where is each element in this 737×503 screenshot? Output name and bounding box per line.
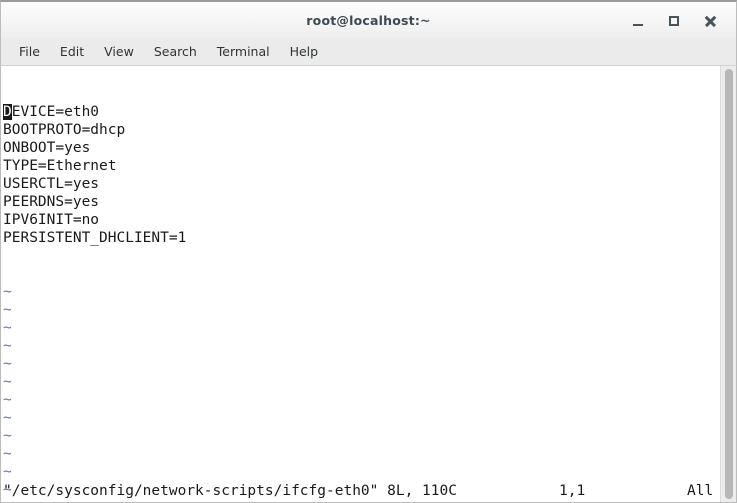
menu-item-edit[interactable]: Edit [50, 41, 94, 62]
status-cursor-position: 1,1 [559, 483, 586, 499]
editor-line: BOOTPROTO=dhcp [3, 122, 126, 138]
editor-line: PERSISTENT_DHCLIENT=1 [3, 230, 187, 246]
editor-empty-lines: ~~~~~~~~~~~~~~~ [3, 283, 720, 502]
status-file-info: "/etc/sysconfig/network-scripts/ifcfg-et… [3, 483, 457, 499]
vim-editor-screen[interactable]: DEVICE=eth0 BOOTPROTO=dhcp ONBOOT=yes TYPE=… [1, 66, 720, 502]
editor-empty-line-marker: ~ [3, 302, 12, 318]
window-title: root@localhost:~ [306, 12, 431, 28]
close-button[interactable] [692, 6, 728, 36]
minimize-icon [633, 23, 643, 26]
maximize-button[interactable] [656, 6, 692, 36]
menu-item-search[interactable]: Search [144, 41, 207, 62]
editor-empty-line-marker: ~ [3, 284, 12, 300]
vim-status-line: "/etc/sysconfig/network-scripts/ifcfg-et… [3, 482, 720, 500]
terminal-scrollbar[interactable] [720, 66, 736, 502]
editor-empty-line-marker: ~ [3, 446, 12, 462]
menu-item-terminal[interactable]: Terminal [207, 41, 280, 62]
menu-item-file[interactable]: File [9, 41, 50, 62]
terminal-window: root@localhost:~ File Edit View Search T… [0, 0, 737, 503]
minimize-button[interactable] [620, 6, 656, 36]
editor-empty-line-marker: ~ [3, 392, 12, 408]
window-controls [620, 2, 728, 40]
editor-empty-line-marker: ~ [3, 374, 12, 390]
menu-item-help[interactable]: Help [280, 41, 329, 62]
scrollbar-thumb[interactable] [725, 69, 733, 499]
editor-line: IPV6INIT=no [3, 212, 100, 228]
editor-line: USERCTL=yes [3, 176, 100, 192]
editor-empty-line-marker: ~ [3, 464, 12, 480]
editor-line: ONBOOT=yes [3, 140, 91, 156]
editor-line: PEERDNS=yes [3, 194, 100, 210]
menu-bar: File Edit View Search Terminal Help [0, 38, 737, 66]
editor-line: DEVICE=eth0 [3, 104, 100, 120]
editor-empty-line-marker: ~ [3, 428, 12, 444]
text-cursor: D [3, 104, 12, 120]
maximize-icon [669, 16, 679, 26]
editor-empty-line-marker: ~ [3, 320, 12, 336]
editor-line: TYPE=Ethernet [3, 158, 117, 174]
editor-text-lines: DEVICE=eth0 BOOTPROTO=dhcp ONBOOT=yes TYPE=… [3, 103, 720, 247]
editor-empty-line-marker: ~ [3, 356, 12, 372]
status-scroll-percent: All [687, 483, 714, 499]
close-icon [704, 15, 717, 28]
editor-empty-line-marker: ~ [3, 338, 12, 354]
terminal-area: DEVICE=eth0 BOOTPROTO=dhcp ONBOOT=yes TYPE=… [0, 66, 737, 503]
title-bar: root@localhost:~ [0, 0, 737, 38]
editor-empty-line-marker: ~ [3, 410, 12, 426]
menu-item-view[interactable]: View [94, 41, 144, 62]
